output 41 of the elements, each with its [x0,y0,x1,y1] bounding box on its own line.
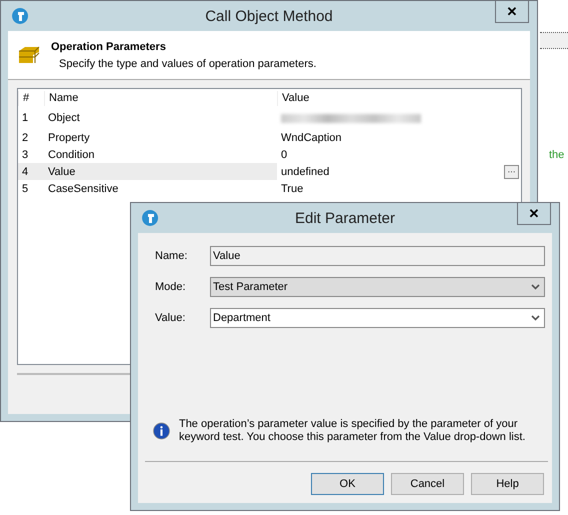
table-cell-text: 1 [21,111,30,126]
column-header[interactable]: Value [277,90,521,106]
dialog-button[interactable]: OK [311,473,384,495]
table-cell-text: Property [47,130,91,146]
table-cell: 4 [18,163,44,180]
table-cell: True [281,182,304,194]
field-label: Name: [155,250,188,262]
info-message: The operation’s parameter value is specified by the parameter of your keyword test. You choose this parameter from the Value drop-down list. [178,418,526,444]
table-cell-text: CaseSensitive [47,182,120,196]
background-text: the [549,149,564,161]
table-cell-text: Object [47,111,81,126]
close-button[interactable]: ✕ [495,1,529,23]
chevron-down-icon [531,284,540,290]
header-subtitle: Specify the type and values of operation parameters. [59,58,316,70]
table-cell: WndCaption [281,132,342,144]
dropdown[interactable]: Test Parameter [210,277,545,297]
dialog-button[interactable]: Help [471,473,544,495]
field-label: Mode: [155,281,187,293]
table-cell: Value [44,163,277,180]
ellipsis-button[interactable]: ··· [504,164,519,178]
table-cell: undefined [281,166,330,178]
window-title: Call Object Method [205,8,333,24]
field-label: Value: [155,312,186,324]
column-header[interactable]: # [18,90,44,106]
app-logo-icon [11,7,29,25]
chevron-down-icon [531,315,540,321]
header-title: Operation Parameters [51,40,167,52]
close-button[interactable]: ✕ [517,203,551,225]
layers-icon [17,45,41,65]
input-field[interactable]: Value [210,246,545,266]
table-cell-text: 2 [21,130,30,146]
background-strip [540,33,568,48]
table-cell: 0 [281,148,288,160]
table-cell-text: Condition [47,148,96,162]
table-cell-text: 3 [21,148,30,162]
dropdown[interactable]: Department [210,308,545,328]
app-logo-icon [141,209,159,227]
table-cell-text: 5 [21,182,30,196]
dialog-button[interactable]: Cancel [391,473,464,495]
window-title: Edit Parameter [294,210,396,226]
column-header[interactable]: Name [44,90,277,106]
